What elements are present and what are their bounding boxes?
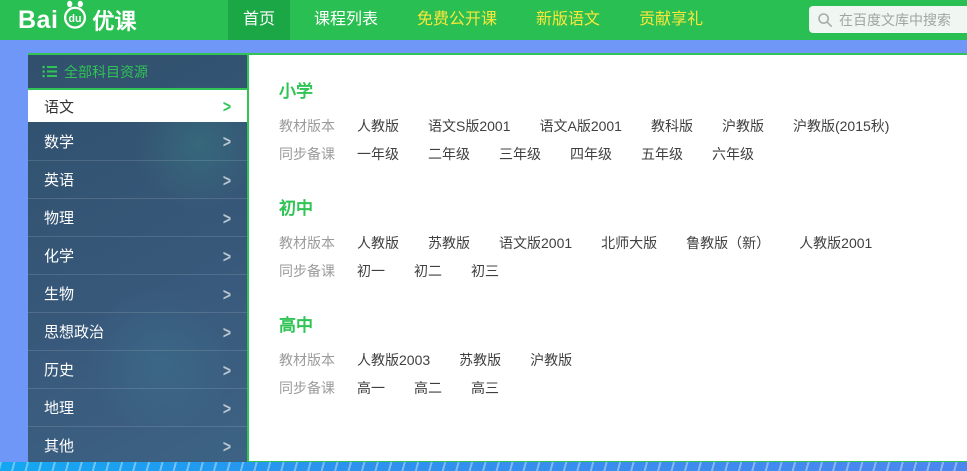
- filter-row: 同步备课 一年级 二年级 三年级 四年级 五年级 六年级: [279, 140, 967, 168]
- svg-text:du: du: [69, 13, 82, 25]
- nav-item-课程列表[interactable]: 课程列表: [299, 0, 393, 40]
- section-高中: 高中教材版本 人教版2003 苏教版 沪教版同步备课 高一 高二 高三: [279, 311, 967, 402]
- nav-item-新版语文[interactable]: 新版语文: [521, 0, 615, 40]
- section-title: 高中: [279, 311, 967, 336]
- filter-link-沪教版(2015秋)[interactable]: 沪教版(2015秋): [793, 116, 889, 136]
- filter-link-苏教版[interactable]: 苏教版: [459, 350, 501, 370]
- chevron-right-icon: >: [223, 96, 231, 116]
- sidebar-item-label: 英语: [44, 169, 74, 190]
- filter-link-鲁教版（新）[interactable]: 鲁教版（新）: [686, 233, 770, 253]
- section-title: 小学: [279, 77, 967, 102]
- filter-link-沪教版[interactable]: 沪教版: [530, 350, 572, 370]
- filter-link-一年级[interactable]: 一年级: [357, 144, 399, 164]
- content-panel: 小学教材版本人教版语文S版2001语文A版2001教科版沪教版沪教版(2015秋…: [247, 55, 967, 463]
- chevron-right-icon: >: [223, 208, 231, 228]
- filter-link-初一[interactable]: 初一: [357, 261, 385, 281]
- filter-link-四年级[interactable]: 四年级: [570, 144, 612, 164]
- nav-item-免费公开课[interactable]: 免费公开课: [402, 0, 512, 40]
- list-icon: [42, 65, 57, 78]
- main-layout: 全部科目资源 语文>数学>英语>物理>化学>生物>思想政治>历史>地理>其他> …: [28, 53, 967, 463]
- filter-link-高三[interactable]: 高三: [471, 378, 499, 398]
- nav-item-贡献享礼[interactable]: 贡献享礼: [624, 0, 718, 40]
- logo-text-bai: Bai: [18, 6, 58, 35]
- row-label: 同步备课: [279, 261, 336, 281]
- sidebar-header-label: 全部科目资源: [64, 62, 148, 82]
- sidebar-item-数学[interactable]: 数学 >: [28, 122, 247, 160]
- filter-link-五年级[interactable]: 五年级: [641, 144, 683, 164]
- chevron-right-icon: >: [223, 322, 231, 342]
- chevron-right-icon: >: [223, 360, 231, 380]
- filter-link-人教版2003[interactable]: 人教版2003: [357, 350, 430, 370]
- row-label: 教材版本: [279, 116, 336, 136]
- sidebar-item-label: 语文: [44, 96, 74, 117]
- sidebar-item-label: 历史: [44, 359, 74, 380]
- search-input[interactable]: [839, 12, 957, 28]
- sidebar-item-生物[interactable]: 生物 >: [28, 274, 247, 312]
- row-label: 同步备课: [279, 378, 336, 398]
- sidebar-item-label: 地理: [44, 397, 74, 418]
- chevron-right-icon: >: [223, 284, 231, 304]
- filter-link-初三[interactable]: 初三: [471, 261, 499, 281]
- sidebar-item-label: 生物: [44, 283, 74, 304]
- sidebar-item-label: 化学: [44, 245, 74, 266]
- filter-row: 教材版本 人教版2003 苏教版 沪教版: [279, 346, 967, 374]
- filter-link-初二[interactable]: 初二: [414, 261, 442, 281]
- filter-link-高一[interactable]: 高一: [357, 378, 385, 398]
- header-nav: 首页课程列表免费公开课新版语文贡献享礼: [228, 0, 727, 40]
- filter-link-人教版[interactable]: 人教版: [357, 116, 399, 136]
- section-title: 初中: [279, 194, 967, 219]
- sidebar-items: 语文 > 数学 > 英语 > 物理 > 化学 > 生物 > 思想政治 > 历史 > 地理 > 其他 >: [28, 88, 247, 464]
- chevron-right-icon: >: [223, 170, 231, 190]
- row-label: 教材版本: [279, 350, 336, 370]
- filter-link-北师大版[interactable]: 北师大版: [601, 233, 657, 253]
- chevron-right-icon: >: [223, 131, 231, 151]
- filter-link-沪教版[interactable]: 沪教版: [722, 116, 764, 136]
- sidebar-item-英语[interactable]: 英语 >: [28, 160, 247, 198]
- search-icon: [817, 12, 833, 28]
- filter-link-语文版2001[interactable]: 语文版2001: [499, 233, 572, 253]
- sidebar-item-地理[interactable]: 地理 >: [28, 388, 247, 426]
- filter-link-二年级[interactable]: 二年级: [428, 144, 470, 164]
- logo-text-suffix: 优课: [92, 4, 136, 36]
- sidebar-item-历史[interactable]: 历史 >: [28, 350, 247, 388]
- sidebar-item-其他[interactable]: 其他 >: [28, 426, 247, 464]
- filter-link-六年级[interactable]: 六年级: [712, 144, 754, 164]
- filter-row: 同步备课 初一 初二 初三: [279, 257, 967, 285]
- filter-link-苏教版[interactable]: 苏教版: [428, 233, 470, 253]
- filter-link-语文S版2001[interactable]: 语文S版2001: [428, 116, 510, 136]
- filter-link-人教版[interactable]: 人教版: [357, 233, 399, 253]
- background-bottom-band: [0, 462, 967, 471]
- sidebar-item-语文[interactable]: 语文 >: [28, 88, 247, 122]
- row-label: 同步备课: [279, 144, 336, 164]
- filter-row: 教材版本 人教版 语文S版2001 语文A版2001 教科版 沪教版 沪教版(2015秋): [279, 112, 967, 140]
- filter-row: 同步备课 高一 高二 高三: [279, 374, 967, 402]
- filter-row: 教材版本 人教版 苏教版 语文版2001 北师大版 鲁教版（新） 人教版2001: [279, 229, 967, 257]
- filter-link-教科版[interactable]: 教科版: [651, 116, 693, 136]
- section-初中: 初中教材版本 人教版 苏教版 语文版2001 北师大版 鲁教版（新） 人教版2001 同步备课…: [279, 194, 967, 285]
- sidebar-item-label: 其他: [44, 435, 74, 456]
- sidebar-item-label: 数学: [44, 131, 74, 152]
- subject-sidebar: 全部科目资源 语文 > 数学 > 英语 > 物理 > 化学 > 生物 > 思想政治 > 历史 > 地理 > 其他 >: [28, 55, 247, 463]
- filter-link-人教版2001[interactable]: 人教版2001: [799, 233, 872, 253]
- filter-link-三年级[interactable]: 三年级: [499, 144, 541, 164]
- sidebar-item-物理[interactable]: 物理 >: [28, 198, 247, 236]
- header: Bai du 优课 首页课程列表免费公开课新版语文贡献享礼: [0, 0, 967, 40]
- page: Bai du 优课 首页课程列表免费公开课新版语文贡献享礼: [0, 0, 967, 471]
- chevron-right-icon: >: [223, 398, 231, 418]
- filter-link-语文A版2001[interactable]: 语文A版2001: [539, 116, 621, 136]
- sidebar-item-label: 思想政治: [44, 321, 104, 342]
- search-box: [809, 6, 967, 33]
- sidebar-item-思想政治[interactable]: 思想政治 >: [28, 312, 247, 350]
- sidebar-all-subjects-header[interactable]: 全部科目资源: [28, 55, 247, 88]
- sidebar-item-label: 物理: [44, 207, 74, 228]
- chevron-right-icon: >: [223, 436, 231, 456]
- chevron-right-icon: >: [223, 246, 231, 266]
- filter-link-高二[interactable]: 高二: [414, 378, 442, 398]
- nav-item-首页[interactable]: 首页: [228, 0, 290, 40]
- section-小学: 小学教材版本 人教版 语文S版2001 语文A版2001 教科版 沪教版 沪教版(2015秋…: [279, 77, 967, 168]
- row-label: 教材版本: [279, 233, 336, 253]
- sidebar-item-化学[interactable]: 化学 >: [28, 236, 247, 274]
- baidu-youke-logo[interactable]: Bai du 优课: [18, 0, 136, 40]
- baidu-paw-icon: du: [59, 0, 91, 35]
